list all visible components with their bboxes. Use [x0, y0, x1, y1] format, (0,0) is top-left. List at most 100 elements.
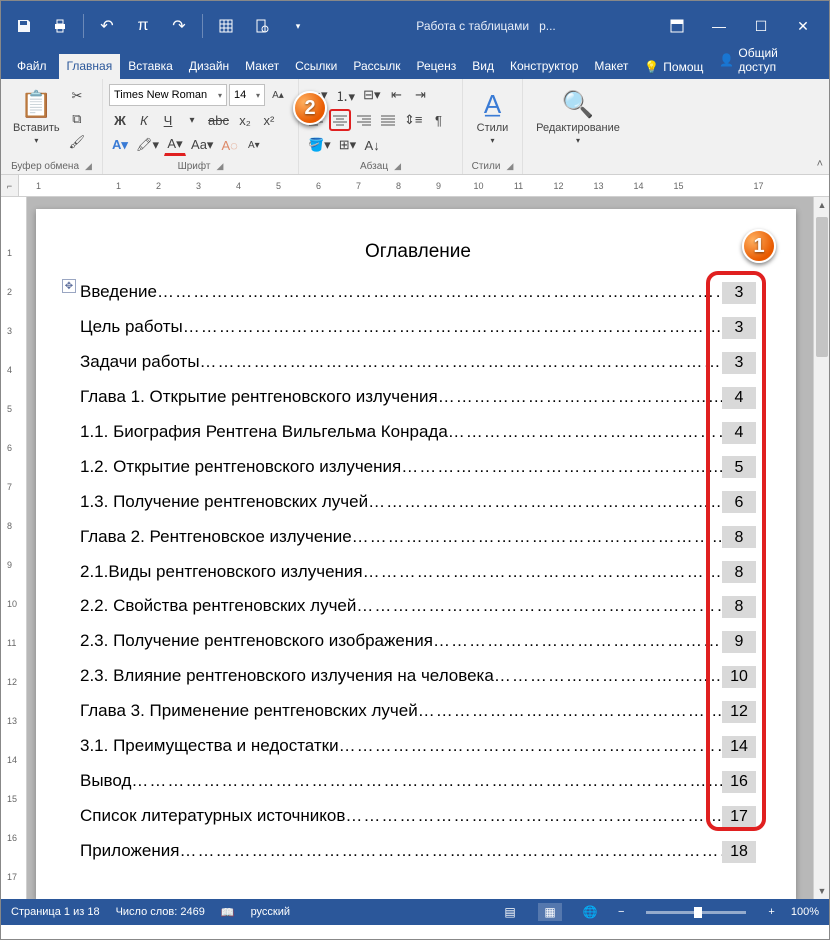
ribbon-options-icon[interactable] — [657, 9, 697, 43]
zoom-level[interactable]: 100% — [791, 906, 819, 918]
toc-row[interactable]: 1.3. Получение рентгеновских лучей………………… — [80, 491, 756, 514]
vertical-ruler[interactable]: 1234567891011121314151617 — [1, 197, 27, 899]
toc-row[interactable]: 2.3. Получение рентгеновского изображени… — [80, 630, 756, 653]
subscript-button[interactable]: x₂ — [234, 109, 256, 131]
text-effects-icon[interactable]: A▾ — [109, 134, 131, 156]
tab-home[interactable]: Главная — [59, 54, 121, 79]
line-spacing-icon[interactable]: ⇕≡ — [401, 109, 425, 131]
table-icon[interactable] — [209, 9, 243, 43]
change-case-icon[interactable]: Aa▾ — [188, 134, 216, 156]
justify-icon[interactable] — [377, 109, 399, 131]
zoom-in-icon[interactable]: + — [768, 906, 774, 918]
page[interactable]: Оглавление ✥ Введение…………………………………………………… — [36, 209, 796, 899]
multilevel-icon[interactable]: ⊟▾ — [360, 84, 383, 106]
print-layout-icon[interactable]: ▦ — [538, 903, 562, 921]
qat-dropdown-icon[interactable]: ▾ — [281, 9, 315, 43]
tab-insert[interactable]: Вставка — [120, 54, 181, 79]
tab-mailings[interactable]: Рассылк — [345, 54, 408, 79]
toc-row[interactable]: 2.1.Виды рентгеновского излучения…………………… — [80, 561, 756, 584]
toc-row[interactable]: 1.2. Открытие рентгеновского излучения …… — [80, 456, 756, 479]
preview-icon[interactable] — [245, 9, 279, 43]
align-right-icon[interactable] — [353, 109, 375, 131]
proofing-icon[interactable]: 📖 — [221, 906, 235, 919]
decrease-indent-icon[interactable]: ⇤ — [385, 84, 407, 106]
shrink-font-icon[interactable]: A▾ — [243, 134, 265, 156]
editing-button[interactable]: 🔍 Редактирование ▾ — [529, 81, 627, 153]
tab-review[interactable]: Реценз — [409, 54, 465, 79]
redo2-icon[interactable]: ↷ — [162, 9, 196, 43]
toc-row[interactable]: Цель работы……………………………………………………………………………… — [80, 316, 756, 339]
toc-row[interactable]: 3.1. Преимущества и недостатки…………………………… — [80, 735, 756, 758]
status-language[interactable]: русский — [251, 906, 290, 918]
clipboard-dialog-icon[interactable]: ◢ — [85, 161, 92, 172]
zoom-out-icon[interactable]: − — [618, 906, 624, 918]
toc-row[interactable]: 2.2. Свойства рентгеновских лучей…………………… — [80, 595, 756, 618]
maximize-icon[interactable]: ☐ — [741, 9, 781, 43]
collapse-ribbon-icon[interactable]: ˄ — [817, 158, 823, 170]
print-icon[interactable] — [43, 9, 77, 43]
show-marks-icon[interactable]: ¶ — [427, 109, 449, 131]
tab-selector-icon[interactable]: ⌐ — [1, 175, 19, 196]
font-color-icon[interactable]: A▾ — [164, 134, 186, 156]
horizontal-ruler[interactable]: ⌐ 112345678910111213141517 — [1, 175, 829, 197]
tab-design[interactable]: Дизайн — [181, 54, 237, 79]
align-center-icon[interactable] — [329, 109, 351, 131]
increase-indent-icon[interactable]: ⇥ — [409, 84, 431, 106]
scroll-up-icon[interactable]: ▲ — [814, 197, 829, 213]
shading-icon[interactable]: 🪣▾ — [305, 134, 334, 156]
numbering-icon[interactable]: ⒈▾ — [333, 84, 359, 106]
redo-icon[interactable]: π — [126, 9, 160, 43]
font-dialog-icon[interactable]: ◢ — [216, 161, 223, 172]
save-icon[interactable] — [7, 9, 41, 43]
toc-row[interactable]: Глава 3. Применение рентгеновских лучей…… — [80, 700, 756, 723]
copy-icon[interactable]: ⧉ — [66, 108, 89, 129]
toc-row[interactable]: Вывод……………………………………………………………………………………………… — [80, 770, 756, 793]
tab-table-layout[interactable]: Макет — [586, 54, 636, 79]
font-size-box[interactable]: 14▾ — [229, 84, 265, 106]
highlight-icon[interactable]: 🖍▾ — [133, 134, 162, 156]
paste-button[interactable]: 📋 Вставить ▾ — [7, 81, 66, 153]
table-move-handle-icon[interactable]: ✥ — [62, 279, 76, 293]
help-tell-me[interactable]: 💡 Помощ — [636, 55, 711, 79]
italic-button[interactable]: К — [133, 109, 155, 131]
share-button[interactable]: 👤 Общий доступ — [711, 41, 825, 79]
tab-table-design[interactable]: Конструктор — [502, 54, 586, 79]
zoom-slider[interactable] — [646, 911, 746, 914]
minimize-icon[interactable]: — — [699, 9, 739, 43]
styles-button[interactable]: A̲ Стили ▾ — [469, 81, 516, 153]
underline-button[interactable]: Ч — [157, 109, 179, 131]
scroll-down-icon[interactable]: ▼ — [814, 883, 829, 899]
toc-row[interactable]: 1.1. Биография Рентгена Вильгельма Конра… — [80, 421, 756, 444]
tab-view[interactable]: Вид — [464, 54, 502, 79]
toc-row[interactable]: Глава 1. Открытие рентгеновского излучен… — [80, 386, 756, 409]
toc-row[interactable]: Введение……………………………………………………………………………………… — [80, 281, 756, 304]
read-mode-icon[interactable]: ▤ — [498, 903, 522, 921]
paragraph-dialog-icon[interactable]: ◢ — [394, 161, 401, 172]
underline-dd-icon[interactable]: ▾ — [181, 109, 203, 131]
bold-button[interactable]: Ж — [109, 109, 131, 131]
format-painter-icon[interactable]: 🖌 — [66, 132, 89, 153]
status-page[interactable]: Страница 1 из 18 — [11, 906, 100, 918]
toc-row[interactable]: Приложения………………………………………………………………………………… — [80, 840, 756, 863]
vertical-scrollbar[interactable]: ▲ ▼ — [813, 197, 829, 899]
status-words[interactable]: Число слов: 2469 — [116, 906, 205, 918]
styles-dialog-icon[interactable]: ◢ — [506, 161, 513, 172]
toc-row[interactable]: Глава 2. Рентгеновское излучение……………………… — [80, 526, 756, 549]
sort-icon[interactable]: A↓ — [361, 134, 383, 156]
tab-layout[interactable]: Макет — [237, 54, 287, 79]
strike-button[interactable]: abc — [205, 109, 232, 131]
tab-references[interactable]: Ссылки — [287, 54, 345, 79]
font-name-box[interactable]: Times New Roman▾ — [109, 84, 227, 106]
borders-icon[interactable]: ⊞▾ — [336, 134, 359, 156]
toc-row[interactable]: 2.3. Влияние рентгеновского излучения на… — [80, 665, 756, 688]
grow-font-icon[interactable]: A▴ — [267, 84, 289, 106]
close-icon[interactable]: ✕ — [783, 9, 823, 43]
toc-row[interactable]: Задачи работы………………………………………………………………………… — [80, 351, 756, 374]
superscript-button[interactable]: x² — [258, 109, 280, 131]
undo-icon[interactable]: ↶ — [90, 9, 124, 43]
clear-format-icon[interactable]: A◌ — [218, 134, 240, 156]
toc-row[interactable]: Список литературных источников…………………………… — [80, 805, 756, 828]
tab-file[interactable]: Файл — [5, 54, 59, 79]
scroll-thumb[interactable] — [816, 217, 828, 357]
cut-icon[interactable]: ✂ — [66, 85, 89, 106]
